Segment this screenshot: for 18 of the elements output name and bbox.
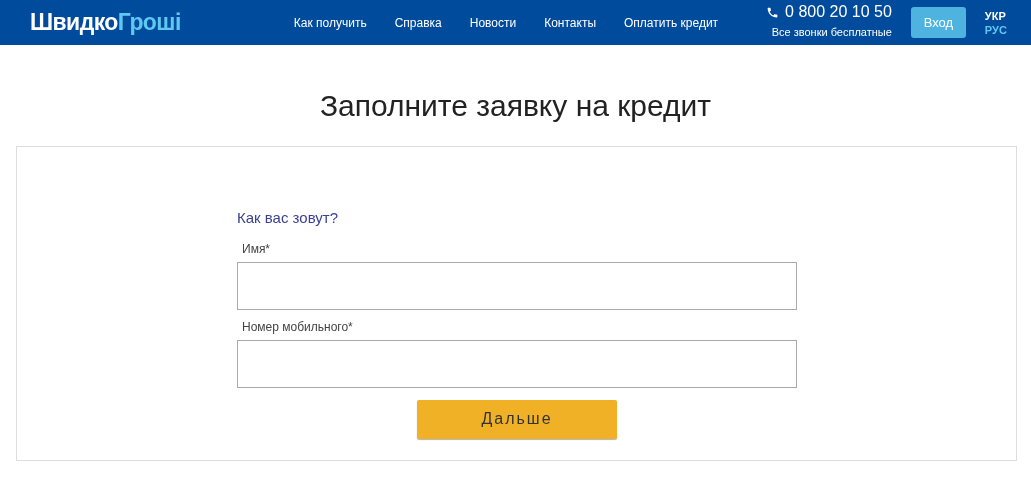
phone-icon <box>766 5 780 19</box>
phone-note: Все звонки бесплатные <box>771 25 892 41</box>
nav-link[interactable]: Контакты <box>544 13 596 32</box>
form-heading: Как вас зовут? <box>237 208 340 228</box>
nav-link[interactable]: Оплатить кредит <box>624 13 719 32</box>
field-label: Имя* <box>242 240 272 258</box>
language-link[interactable]: УКР <box>984 8 1007 23</box>
logo[interactable]: ШвидкоГроші <box>30 11 181 34</box>
page-title: Заполните заявку на кредит <box>318 88 713 124</box>
language-link[interactable]: РУС <box>984 22 1007 37</box>
nav-link[interactable]: Справка <box>394 13 442 32</box>
phone-number[interactable]: 0 800 20 10 50 <box>785 4 892 21</box>
nav-link[interactable]: Как получить <box>293 13 367 32</box>
field-label: Номер мобильного* <box>242 318 354 336</box>
nav-link[interactable]: Новости <box>469 13 517 32</box>
next-button[interactable]: Дальше <box>417 399 617 439</box>
input-field[interactable] <box>237 261 797 310</box>
input-field[interactable] <box>237 339 797 388</box>
